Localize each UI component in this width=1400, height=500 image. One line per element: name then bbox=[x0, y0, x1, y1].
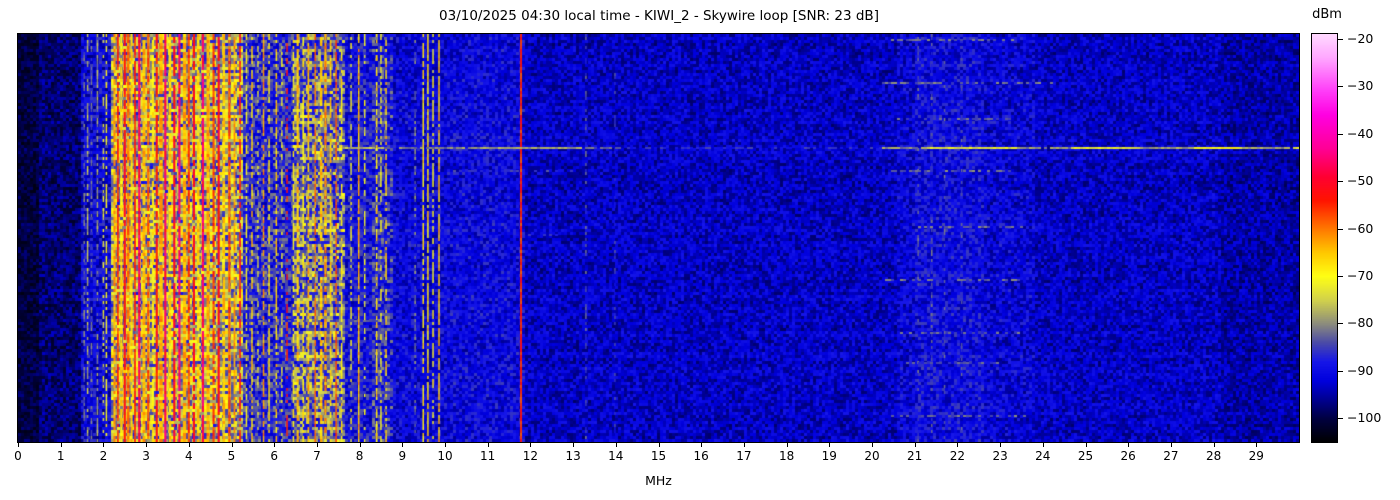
x-tick-label: 20 bbox=[864, 449, 880, 463]
colorbar-tick bbox=[1338, 370, 1343, 372]
colorbar-tick bbox=[1338, 418, 1343, 420]
x-tick bbox=[957, 443, 959, 447]
x-tick-label: 3 bbox=[142, 449, 150, 463]
x-tick bbox=[701, 443, 703, 447]
waterfall-heatmap-canvas bbox=[18, 34, 1299, 442]
x-tick bbox=[1256, 443, 1258, 447]
x-tick bbox=[1042, 443, 1044, 447]
x-tick-label: 17 bbox=[736, 449, 752, 463]
x-tick bbox=[914, 443, 916, 447]
x-tick-label: 18 bbox=[778, 449, 795, 463]
colorbar-tick bbox=[1338, 86, 1343, 88]
colorbar-tick-label: −90 bbox=[1347, 362, 1374, 378]
x-tick bbox=[359, 443, 361, 447]
x-tick-label: 16 bbox=[693, 449, 709, 463]
x-tick bbox=[146, 443, 148, 447]
colorbar-tick-label: −30 bbox=[1347, 78, 1374, 94]
colorbar-tick-label: −70 bbox=[1347, 267, 1374, 283]
x-tick-label: 9 bbox=[398, 449, 407, 463]
x-tick-label: 6 bbox=[270, 449, 278, 463]
waterfall-plot-frame bbox=[17, 33, 1300, 443]
x-tick-label: 26 bbox=[1120, 449, 1136, 463]
x-tick bbox=[658, 443, 660, 447]
x-tick-label: 19 bbox=[821, 449, 837, 463]
x-tick bbox=[445, 443, 446, 447]
colorbar-tick-label: −50 bbox=[1347, 173, 1374, 189]
x-tick bbox=[530, 443, 532, 447]
x-tick-label: 11 bbox=[480, 449, 496, 463]
spectrogram-figure: 03/10/2025 04:30 local time - KIWI_2 - S… bbox=[0, 0, 1400, 500]
colorbar-tick-label: −80 bbox=[1347, 315, 1374, 331]
x-tick bbox=[786, 443, 788, 447]
x-tick bbox=[60, 443, 62, 447]
x-tick-label: 8 bbox=[355, 449, 364, 463]
colorbar-gradient-canvas bbox=[1312, 34, 1337, 442]
colorbar-tick bbox=[1338, 181, 1343, 183]
x-tick bbox=[1085, 443, 1087, 447]
colorbar-tick bbox=[1338, 228, 1343, 230]
colorbar-tick-label: −60 bbox=[1347, 220, 1374, 236]
x-tick-label: 25 bbox=[1077, 449, 1094, 463]
x-tick-label: 15 bbox=[650, 449, 667, 463]
colorbar-tick bbox=[1338, 38, 1343, 40]
x-tick bbox=[316, 443, 318, 447]
colorbar-tick bbox=[1338, 133, 1343, 135]
x-tick-label: 2 bbox=[99, 449, 108, 463]
x-tick bbox=[829, 443, 831, 447]
x-axis-label: MHz bbox=[645, 473, 672, 488]
x-tick-label: 27 bbox=[1163, 449, 1179, 463]
x-tick bbox=[615, 443, 617, 447]
x-tick-label: 5 bbox=[227, 449, 236, 463]
x-tick-label: 23 bbox=[992, 449, 1008, 463]
x-tick-label: 4 bbox=[184, 449, 193, 463]
x-tick-label: 13 bbox=[565, 449, 581, 463]
x-tick bbox=[1213, 443, 1215, 447]
x-tick-label: 21 bbox=[907, 449, 923, 463]
x-tick bbox=[231, 443, 233, 447]
x-tick bbox=[872, 443, 873, 447]
x-tick bbox=[743, 443, 745, 447]
chart-title: 03/10/2025 04:30 local time - KIWI_2 - S… bbox=[439, 8, 879, 24]
colorbar-tick bbox=[1338, 275, 1343, 277]
x-tick bbox=[103, 443, 105, 447]
x-tick bbox=[18, 443, 19, 447]
x-tick bbox=[1128, 443, 1130, 447]
x-tick-label: 29 bbox=[1248, 449, 1264, 463]
x-tick-label: 0 bbox=[14, 449, 22, 463]
x-tick-label: 7 bbox=[313, 449, 321, 463]
x-tick-label: 1 bbox=[56, 449, 65, 463]
colorbar-unit-label: dBm bbox=[1312, 7, 1342, 22]
colorbar-frame bbox=[1311, 33, 1338, 443]
colorbar-tick-label: −40 bbox=[1347, 125, 1374, 141]
x-tick bbox=[274, 443, 276, 447]
x-tick bbox=[188, 443, 190, 447]
x-tick-label: 22 bbox=[949, 449, 966, 463]
x-tick-label: 14 bbox=[608, 449, 624, 463]
x-tick-label: 28 bbox=[1205, 449, 1222, 463]
x-tick-label: 10 bbox=[437, 449, 453, 463]
colorbar-tick-label: −20 bbox=[1347, 30, 1374, 46]
x-tick bbox=[487, 443, 489, 447]
x-tick bbox=[1000, 443, 1002, 447]
colorbar-tick-label: −100 bbox=[1347, 410, 1382, 426]
x-tick bbox=[1170, 443, 1172, 447]
x-tick-label: 24 bbox=[1035, 449, 1051, 463]
x-tick bbox=[573, 443, 575, 447]
colorbar-tick bbox=[1338, 323, 1343, 325]
x-tick-label: 12 bbox=[522, 449, 539, 463]
x-tick bbox=[402, 443, 404, 447]
